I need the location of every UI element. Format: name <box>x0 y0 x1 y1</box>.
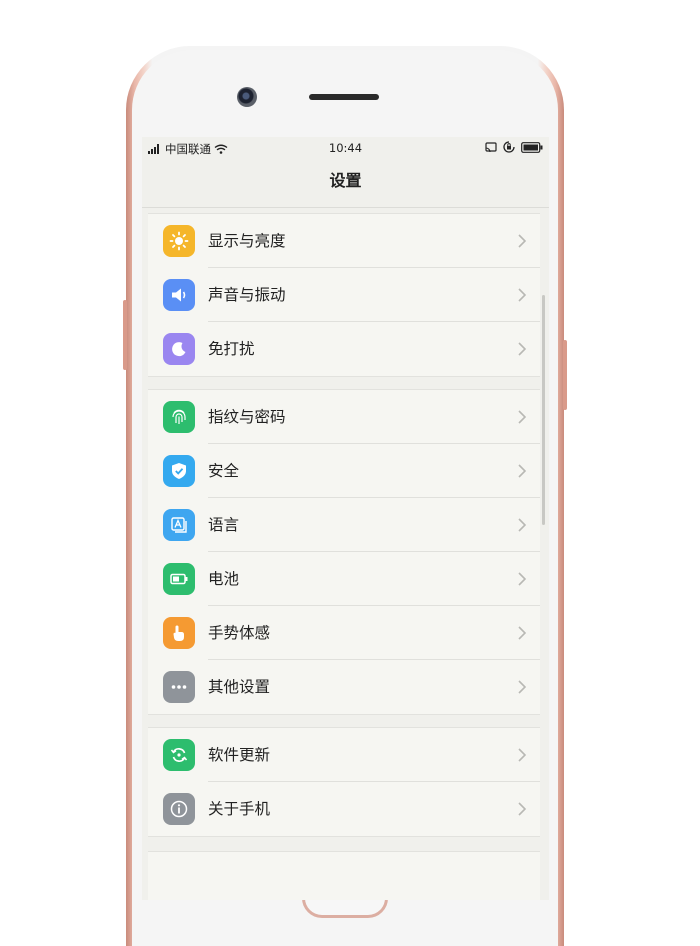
settings-item-label: 免打扰 <box>208 340 255 358</box>
settings-item-label: 软件更新 <box>208 746 271 764</box>
settings-item-display-brightness[interactable]: 显示与亮度 <box>148 214 540 268</box>
status-bar: 中国联通 10:44 <box>142 137 549 159</box>
settings-item-label: 其他设置 <box>208 678 271 696</box>
shield-icon <box>163 455 195 487</box>
chevron-right-icon <box>518 288 527 302</box>
settings-item-label: 语言 <box>208 516 240 534</box>
page-title: 设置 <box>142 159 549 208</box>
settings-item-label: 指纹与密码 <box>208 408 286 426</box>
language-icon <box>163 509 195 541</box>
moon-icon <box>163 333 195 365</box>
status-right <box>485 141 543 153</box>
battery-status-icon <box>521 141 543 153</box>
settings-item-label: 安全 <box>208 462 240 480</box>
settings-item-label: 电池 <box>208 570 240 588</box>
settings-item-fingerprint-password[interactable]: 指纹与密码 <box>148 390 540 444</box>
hand-gesture-icon <box>163 617 195 649</box>
speaker-icon <box>163 279 195 311</box>
settings-item-label: 关于手机 <box>208 800 271 818</box>
chevron-right-icon <box>518 410 527 424</box>
chevron-right-icon <box>518 464 527 478</box>
update-icon <box>163 739 195 771</box>
chevron-right-icon <box>518 680 527 694</box>
sun-icon <box>163 225 195 257</box>
battery-icon <box>163 563 195 595</box>
settings-item-label: 手势体感 <box>208 624 271 642</box>
chevron-right-icon <box>518 234 527 248</box>
settings-item-software-update[interactable]: 软件更新 <box>148 728 540 782</box>
earpiece-speaker <box>309 94 379 100</box>
settings-item-language[interactable]: 语言 <box>148 498 540 552</box>
fingerprint-icon <box>163 401 195 433</box>
power-button <box>563 340 567 410</box>
more-dots-icon <box>163 671 195 703</box>
chevron-right-icon <box>518 518 527 532</box>
settings-item-battery[interactable]: 电池 <box>148 552 540 606</box>
settings-item-gestures-motion[interactable]: 手势体感 <box>148 606 540 660</box>
chevron-right-icon <box>518 572 527 586</box>
settings-group-next <box>148 851 540 900</box>
info-icon <box>163 793 195 825</box>
settings-item-sound-vibration[interactable]: 声音与振动 <box>148 268 540 322</box>
chevron-right-icon <box>518 748 527 762</box>
settings-item-other-settings[interactable]: 其他设置 <box>148 660 540 714</box>
settings-item-do-not-disturb[interactable]: 免打扰 <box>148 322 540 376</box>
settings-group-display-sound: 显示与亮度 声音与振动 免打扰 <box>148 213 540 377</box>
settings-item-label: 声音与振动 <box>208 286 286 304</box>
chevron-right-icon <box>518 802 527 816</box>
front-camera <box>237 87 257 107</box>
scrollbar[interactable] <box>542 295 545 525</box>
settings-group-about: 软件更新 关于手机 <box>148 727 540 837</box>
rotation-lock-icon <box>503 141 515 153</box>
settings-item-label: 显示与亮度 <box>208 232 286 250</box>
settings-item-about-phone[interactable]: 关于手机 <box>148 782 540 836</box>
settings-item-security[interactable]: 安全 <box>148 444 540 498</box>
volume-button <box>123 300 127 370</box>
settings-group-security-system: 指纹与密码 安全 语言 电池 手势体感 其他设置 <box>148 389 540 715</box>
screen: 中国联通 10:44 设置 显示与亮度 声音与振动 免打扰 指纹与密码 安全 语… <box>142 137 549 900</box>
cast-icon <box>485 141 497 152</box>
chevron-right-icon <box>518 626 527 640</box>
chevron-right-icon <box>518 342 527 356</box>
